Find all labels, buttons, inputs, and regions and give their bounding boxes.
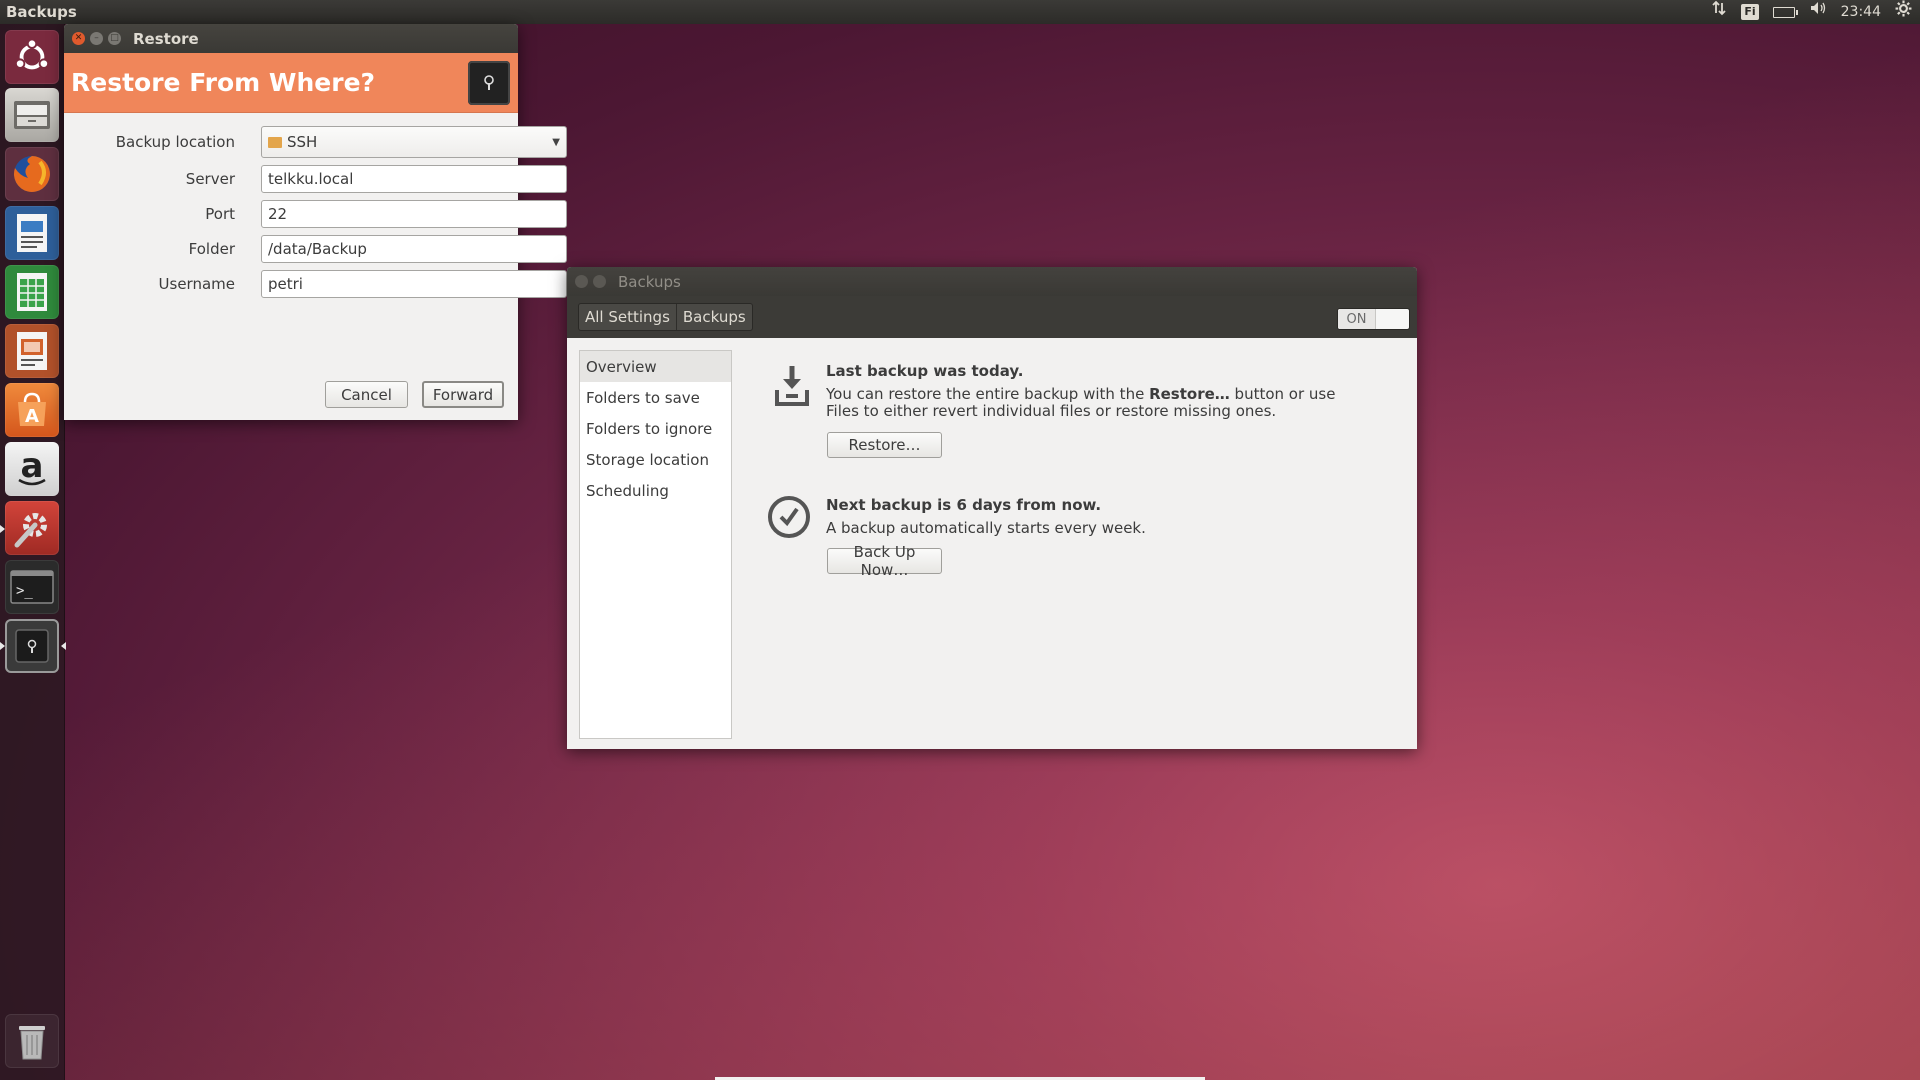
breadcrumb-backups[interactable]: Backups [675, 304, 752, 330]
sidebar-item-overview[interactable]: Overview [580, 351, 731, 382]
settings-toolbar: All Settings Backups ON [567, 296, 1417, 338]
firefox-icon[interactable] [5, 147, 59, 201]
backup-location-select[interactable]: SSH ▼ [261, 126, 567, 158]
minimize-icon[interactable]: – [90, 32, 103, 45]
svg-text:>_: >_ [16, 583, 33, 599]
backups-titlebar: Backups [567, 267, 1417, 296]
restore-dialog: ✕ – □ Restore Restore From Where? Backup… [64, 24, 567, 420]
top-panel: Backups Fi 23:44 [0, 0, 1920, 24]
switch-label: ON [1338, 309, 1376, 329]
folder-label: Folder [188, 240, 235, 258]
restore-button[interactable]: Restore… [827, 432, 942, 458]
safe-icon [468, 60, 510, 105]
network-icon[interactable] [1711, 0, 1727, 24]
breadcrumb: All Settings Backups [578, 303, 753, 331]
terminal-icon[interactable]: >_ [5, 560, 59, 614]
back-up-now-button[interactable]: Back Up Now… [827, 543, 942, 579]
username-label: Username [158, 275, 235, 293]
active-app-title: Backups [6, 3, 77, 21]
last-backup-text-bold: Restore… [1149, 385, 1230, 403]
keyboard-layout-indicator[interactable]: Fi [1741, 4, 1759, 20]
last-backup-description: You can restore the entire backup with t… [826, 386, 1346, 420]
username-row: Username [64, 269, 567, 299]
window-title: Restore [133, 29, 199, 48]
libreoffice-impress-icon[interactable] [5, 324, 59, 378]
backup-location-row: Backup location SSH ▼ [64, 126, 567, 158]
launcher: A a >_ [0, 24, 66, 1080]
restore-titlebar: ✕ – □ Restore [64, 24, 518, 53]
software-center-icon[interactable]: A [5, 383, 59, 437]
port-row: Port [64, 199, 567, 229]
last-backup-block: Last backup was today. You can restore t… [826, 362, 1346, 420]
clock[interactable]: 23:44 [1841, 0, 1881, 24]
battery-icon[interactable] [1772, 6, 1798, 18]
indicator-area: Fi 23:44 [1711, 0, 1920, 25]
sidebar-item-folders-to-save[interactable]: Folders to save [580, 382, 731, 413]
close-icon[interactable]: ✕ [72, 32, 85, 45]
last-backup-text-1: You can restore the entire backup with t… [826, 385, 1150, 403]
server-input[interactable] [261, 165, 567, 193]
folder-row: Folder [64, 234, 567, 264]
next-backup-description: A backup automatically starts every week… [826, 519, 1146, 537]
backups-on-switch[interactable]: ON [1337, 308, 1410, 330]
server-row: Server [64, 164, 567, 194]
volume-icon[interactable] [1809, 0, 1827, 24]
forward-button[interactable]: Forward [422, 381, 504, 408]
amazon-icon[interactable]: a [5, 442, 59, 496]
port-input[interactable] [261, 200, 567, 228]
sidebar-item-folders-to-ignore[interactable]: Folders to ignore [580, 413, 731, 444]
focused-indicator [61, 642, 66, 650]
libreoffice-writer-icon[interactable] [5, 206, 59, 260]
clock-icon [766, 494, 812, 544]
next-backup-title: Next backup is 6 days from now. [826, 496, 1102, 514]
cancel-button[interactable]: Cancel [325, 381, 408, 408]
running-indicator [0, 525, 5, 533]
gear-icon[interactable] [1895, 0, 1912, 25]
minimize-icon[interactable] [593, 275, 606, 288]
svg-text:A: A [25, 406, 39, 427]
file-manager-icon[interactable] [5, 88, 59, 142]
backup-location-value: SSH [287, 133, 318, 151]
next-backup-block: Next backup is 6 days from now. A backup… [826, 496, 1346, 537]
breadcrumb-all-settings[interactable]: All Settings [579, 304, 676, 330]
chevron-down-icon: ▼ [552, 136, 560, 148]
restore-heading: Restore From Where? [71, 68, 376, 97]
safe-icon[interactable] [0, 619, 66, 673]
sidebar-item-scheduling[interactable]: Scheduling [580, 475, 731, 506]
folder-icon [268, 136, 282, 148]
folder-input[interactable] [261, 235, 567, 263]
settings-sidebar: Overview Folders to save Folders to igno… [579, 350, 732, 739]
download-icon [773, 364, 811, 412]
settings-icon[interactable] [0, 501, 59, 555]
port-label: Port [205, 205, 235, 223]
maximize-icon[interactable]: □ [108, 32, 121, 45]
libreoffice-calc-icon[interactable] [5, 265, 59, 319]
trash-icon[interactable] [5, 1014, 59, 1068]
window-title: Backups [618, 272, 681, 291]
sidebar-item-storage-location[interactable]: Storage location [580, 444, 731, 475]
running-indicator [0, 642, 5, 650]
backups-settings-window: Backups All Settings Backups ON Overview… [567, 267, 1417, 749]
backup-location-label: Backup location [115, 133, 235, 151]
close-icon[interactable] [575, 275, 588, 288]
restore-header: Restore From Where? [64, 53, 518, 113]
server-label: Server [185, 170, 235, 188]
username-input[interactable] [261, 270, 567, 298]
ubuntu-logo-icon[interactable] [5, 30, 59, 84]
last-backup-title: Last backup was today. [826, 362, 1024, 380]
